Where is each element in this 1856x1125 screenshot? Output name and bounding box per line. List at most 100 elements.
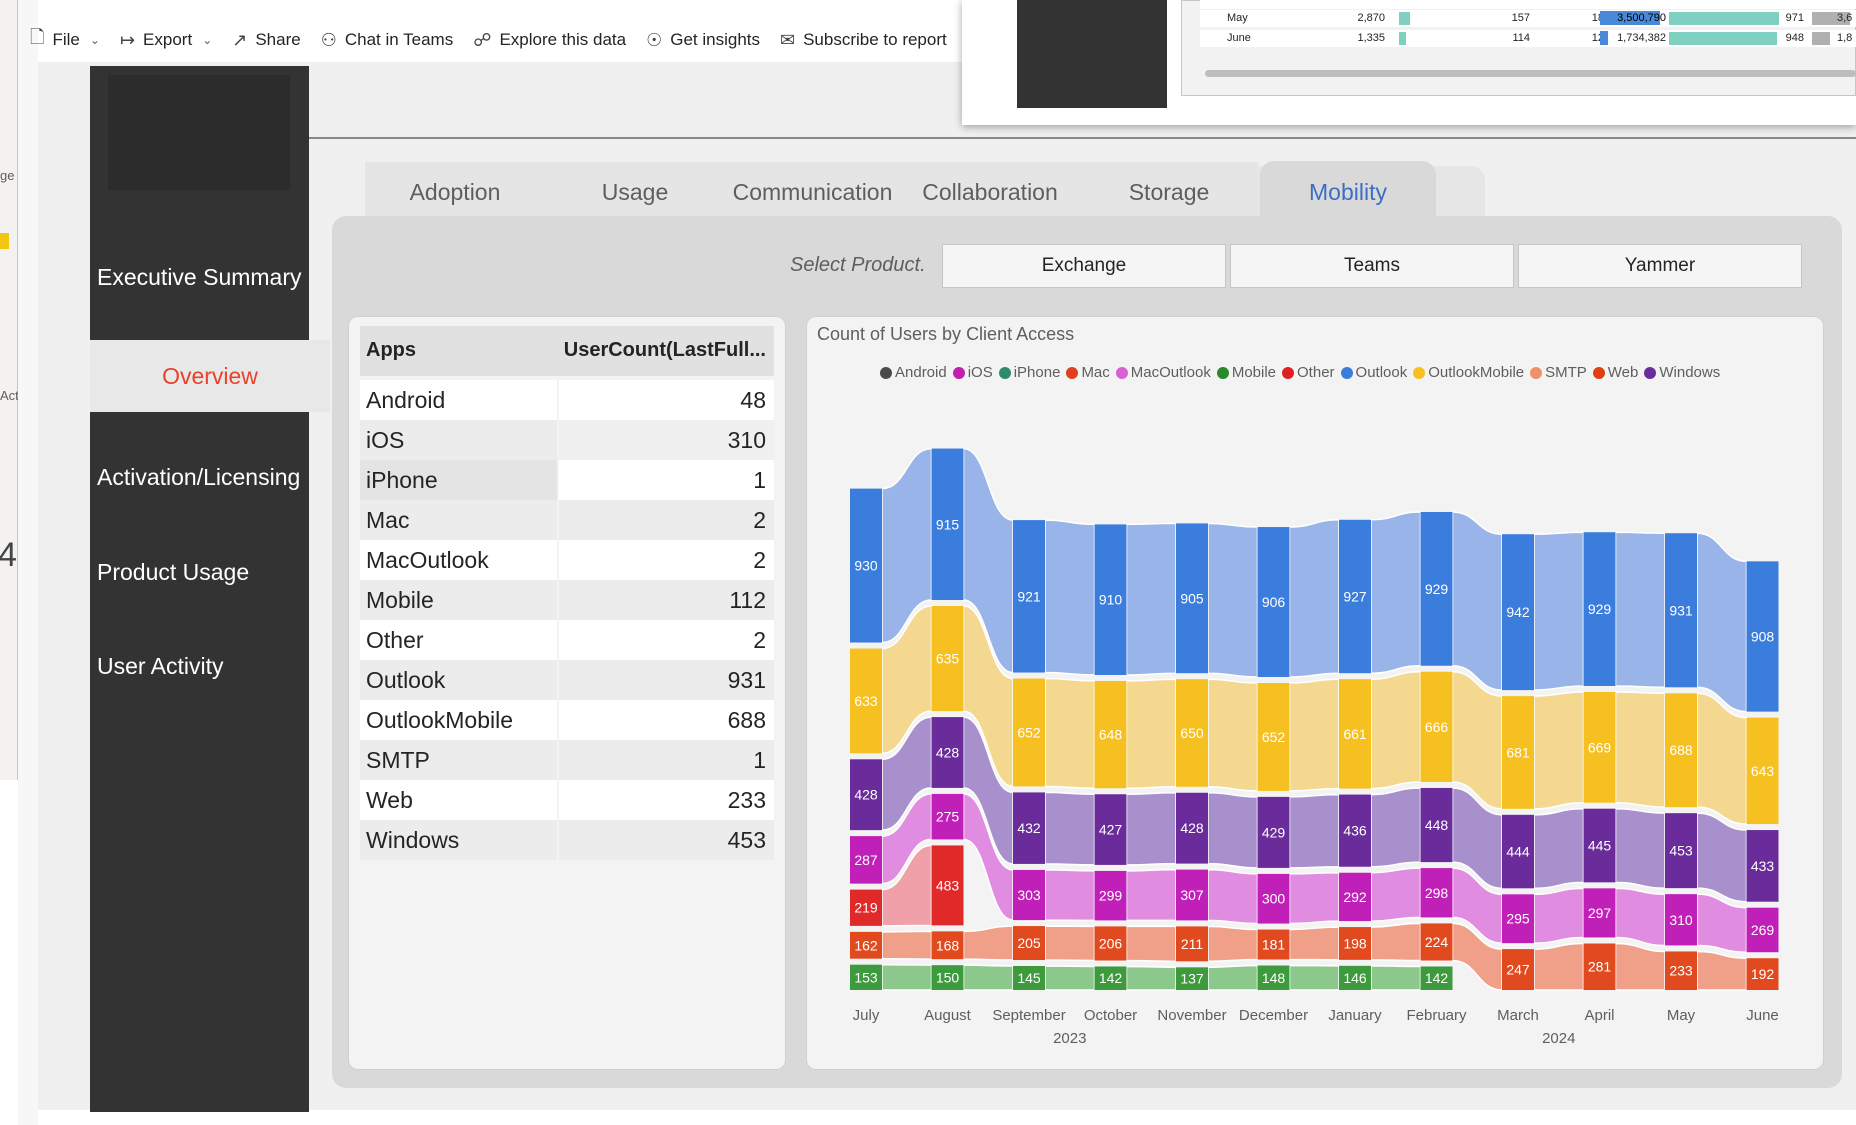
toolbar-file-button[interactable]: 🗋 File ⌄ — [30, 25, 100, 55]
tab-mobility[interactable]: Mobility — [1260, 161, 1436, 223]
header-apps[interactable]: Apps — [366, 339, 416, 362]
data-label: 427 — [1099, 822, 1123, 838]
cell-app: iPhone — [360, 460, 557, 500]
table-row[interactable]: Other 2 — [360, 620, 774, 660]
table-row[interactable]: Outlook 931 — [360, 660, 774, 700]
file-icon: 🗋 — [30, 27, 45, 47]
data-label: 168 — [936, 937, 960, 953]
data-label: 436 — [1343, 823, 1367, 839]
export-icon: ↦ — [119, 29, 136, 50]
legend-item[interactable]: SMTP — [1530, 364, 1587, 381]
product-teams-button[interactable]: Teams — [1230, 244, 1514, 288]
select-product-label: Select Product. — [790, 254, 926, 276]
x-tick-label: December — [1239, 1007, 1308, 1024]
data-label: 931 — [1669, 602, 1693, 618]
ribbon-outlook — [1044, 519, 1096, 676]
data-label: 162 — [854, 937, 878, 953]
table-row[interactable]: Windows 453 — [360, 820, 774, 860]
nav-product-usage[interactable]: Product Usage — [97, 559, 249, 586]
table-row[interactable]: OutlookMobile 688 — [360, 700, 774, 740]
legend-label: Web — [1607, 364, 1639, 381]
tab-usage[interactable]: Usage — [545, 162, 725, 222]
data-label: 635 — [936, 651, 960, 667]
table-row[interactable]: Android 48 — [360, 380, 774, 420]
product-exchange-button[interactable]: Exchange — [942, 244, 1226, 288]
legend-item[interactable]: Windows — [1644, 364, 1720, 381]
share-icon: ↗ — [232, 29, 248, 50]
legend-item[interactable]: Outlook — [1340, 364, 1407, 381]
legend-label: iOS — [967, 364, 993, 381]
table-row[interactable]: iOS 310 — [360, 420, 774, 460]
data-label: 233 — [1669, 963, 1693, 979]
legend-item[interactable]: MacOutlook — [1115, 364, 1211, 381]
navigation-sidebar — [90, 66, 309, 1112]
legend-item[interactable]: iPhone — [998, 364, 1060, 381]
legend-item[interactable]: iOS — [952, 364, 993, 381]
ribbon-outlookmobile — [1288, 678, 1340, 792]
ribbon-mobile — [1288, 964, 1340, 991]
legend-item[interactable]: OutlookMobile — [1413, 364, 1524, 381]
data-label: 915 — [936, 516, 960, 532]
ribbon-web — [1044, 925, 1096, 962]
toolbar-share-button[interactable]: ↗ Share — [232, 30, 300, 51]
toolbar-explore-this-data-button[interactable]: ☍ Explore this data — [473, 30, 626, 51]
data-label: 297 — [1588, 905, 1612, 921]
toolbar-chat-in-teams-button[interactable]: ⚇ Chat in Teams — [321, 30, 454, 51]
nav-user-activity[interactable]: User Activity — [97, 653, 224, 680]
data-label: 906 — [1262, 594, 1286, 610]
table-row[interactable]: iPhone 1 — [360, 460, 774, 500]
legend-item[interactable]: Mac — [1066, 364, 1110, 381]
overlay-cell: June — [1227, 32, 1251, 44]
toolbar-label: Chat in Teams — [344, 30, 454, 49]
data-label: 483 — [936, 877, 960, 893]
toolbar-get-insights-button[interactable]: ☉ Get insights — [646, 30, 760, 51]
data-label: 219 — [854, 900, 878, 916]
nav-overview[interactable]: Overview — [90, 340, 330, 412]
toolbar-label: Explore this data — [499, 30, 627, 49]
legend-label: Other — [1297, 364, 1335, 381]
toolbar-export-button[interactable]: ↦ Export ⌄ — [120, 30, 212, 51]
overlay-cell: 948 — [1785, 32, 1804, 44]
x-tick-label: September — [992, 1007, 1065, 1024]
legend-dot — [1340, 366, 1353, 379]
table-row[interactable]: MacOutlook 2 — [360, 540, 774, 580]
nav-activation-licensing[interactable]: Activation/Licensing — [97, 464, 300, 491]
legend-item[interactable]: Mobile — [1216, 364, 1277, 381]
toolbar-label: Subscribe to report — [803, 30, 947, 49]
header-usercount[interactable]: UserCount(LastFull... — [564, 339, 766, 362]
legend-item[interactable]: Other — [1282, 364, 1335, 381]
legend-item[interactable]: Web — [1592, 364, 1639, 381]
table-row[interactable]: SMTP 1 — [360, 740, 774, 780]
ribbon-mobile — [1370, 965, 1422, 991]
ribbon-outlookmobile — [1533, 691, 1585, 810]
legend-label: Mac — [1081, 364, 1110, 381]
ribbon-mobile — [1207, 964, 1259, 991]
table-row[interactable]: Mobile 112 — [360, 580, 774, 620]
ribbon-outlookmobile — [1207, 678, 1259, 792]
product-yammer-button[interactable]: Yammer — [1518, 244, 1802, 288]
data-label: 661 — [1343, 726, 1367, 742]
data-label: 433 — [1751, 858, 1775, 874]
data-label: 428 — [936, 745, 960, 761]
data-label: 287 — [854, 852, 878, 868]
tab-storage[interactable]: Storage — [1080, 162, 1258, 222]
legend-dot — [880, 366, 892, 379]
data-label: 453 — [1669, 843, 1693, 859]
tab-adoption[interactable]: Adoption — [365, 162, 545, 222]
ribbon-outlook — [1207, 522, 1259, 678]
data-label: 299 — [1099, 888, 1123, 904]
data-label: 192 — [1751, 966, 1775, 982]
legend-item[interactable]: Android — [880, 364, 947, 381]
tab-collaboration[interactable]: Collaboration — [900, 162, 1080, 222]
table-row[interactable]: Mac 2 — [360, 500, 774, 540]
data-label: 930 — [854, 558, 878, 574]
apps-table-header: Apps UserCount(LastFull... — [360, 326, 774, 376]
table-row[interactable]: Web 233 — [360, 780, 774, 820]
tab-communication[interactable]: Communication — [725, 162, 900, 222]
data-label: 292 — [1343, 889, 1367, 905]
overlay-scrollbar[interactable] — [1205, 70, 1856, 77]
chart-title: Count of Users by Client Access — [817, 324, 1075, 344]
toolbar-subscribe-to-report-button[interactable]: ✉ Subscribe to report — [780, 30, 947, 51]
legend-label: Mobile — [1231, 364, 1277, 381]
nav-executive-summary[interactable]: Executive Summary — [97, 264, 302, 291]
